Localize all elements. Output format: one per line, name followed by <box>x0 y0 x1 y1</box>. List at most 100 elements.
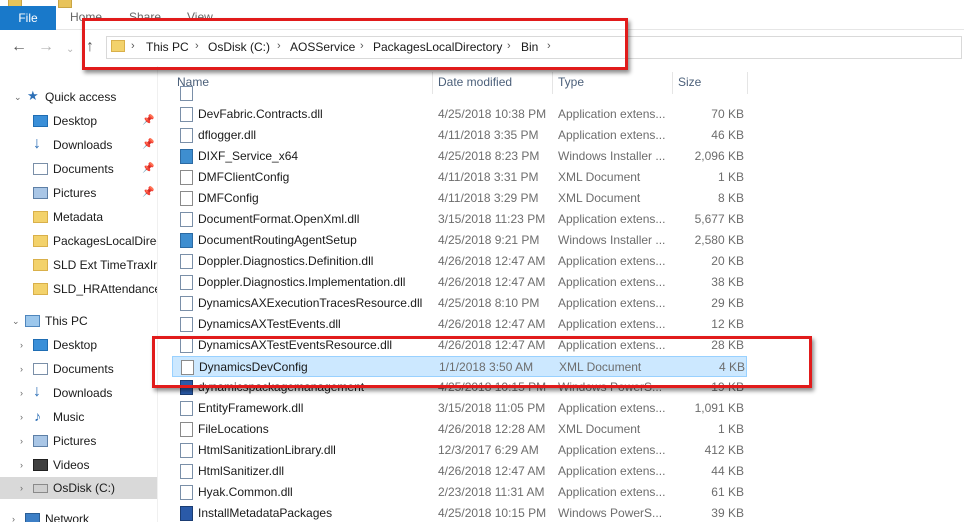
nav-item-label: PackagesLocalDirec <box>53 234 158 248</box>
file-row[interactable]: dynamicspackagemanagement 4/25/2018 10:15… <box>172 377 747 398</box>
chevron-right-icon[interactable]: › <box>131 40 135 52</box>
nav-item-music[interactable]: › ♪ Music <box>0 406 158 428</box>
up-arrow-icon[interactable]: ↑ <box>86 39 94 55</box>
nav-item-packageslocaldirectory[interactable]: PackagesLocalDirec <box>0 230 158 252</box>
nav-item-videos[interactable]: › Videos <box>0 454 158 476</box>
file-name: dflogger.dll <box>198 128 257 142</box>
nav-item-sld-ext-timetraxint[interactable]: SLD Ext TimeTraxInt <box>0 254 158 276</box>
network-icon <box>25 513 40 522</box>
file-row[interactable]: HtmlSanitizer.dll 4/26/2018 12:47 AM Appli… <box>172 461 747 482</box>
nav-quick-access[interactable]: ⌄ ★ Quick access <box>0 86 158 108</box>
file-row[interactable]: DynamicsAXTestEvents.dll 4/26/2018 12:47 … <box>172 314 747 335</box>
nav-item-documents[interactable]: Documents 📌 <box>0 158 158 180</box>
powershell-icon <box>180 506 193 521</box>
nav-item-downloads[interactable]: ↓ Downloads 📌 <box>0 134 158 156</box>
desktop-icon <box>33 115 48 127</box>
chevron-down-icon[interactable]: ⌄ <box>12 310 20 332</box>
file-row[interactable]: EntityFramework.dll 3/15/2018 11:05 PM App… <box>172 398 747 419</box>
dll-file-icon <box>180 296 193 311</box>
chevron-right-icon[interactable]: › <box>277 40 281 52</box>
breadcrumb-aosservice[interactable]: AOSService <box>290 40 355 54</box>
nav-item-downloads[interactable]: › ↓ Downloads <box>0 382 158 404</box>
chevron-right-icon[interactable]: › <box>12 508 15 522</box>
file-row[interactable]: DynamicsDevConfig 1/1/2018 3:50 AM XML Doc… <box>172 356 747 377</box>
file-list: DevFabric.Contracts.dll 4/25/2018 10:38 P… <box>172 86 964 522</box>
file-row[interactable]: Doppler.Diagnostics.Implementation.dll 4/… <box>172 272 747 293</box>
chevron-right-icon[interactable]: › <box>20 454 23 476</box>
breadcrumb-this-pc[interactable]: This PC <box>146 40 189 54</box>
file-row[interactable]: HtmlSanitizationLibrary.dll 12/3/2017 6:2… <box>172 440 747 461</box>
chevron-right-icon[interactable]: › <box>20 406 23 428</box>
file-row[interactable]: DMFConfig 4/11/2018 3:29 PM XML Document 8 … <box>172 188 747 209</box>
file-row[interactable] <box>172 83 747 104</box>
chevron-right-icon[interactable]: › <box>20 358 23 380</box>
chevron-right-icon[interactable]: › <box>20 430 23 452</box>
chevron-down-icon[interactable]: ⌄ <box>14 86 22 108</box>
file-row[interactable]: Hyak.Common.dll 2/23/2018 11:31 AM Applica… <box>172 482 747 503</box>
breadcrumb-packageslocaldirectory[interactable]: PackagesLocalDirectory <box>373 40 502 54</box>
xml-file-icon <box>180 422 193 437</box>
dll-file-icon <box>180 254 193 269</box>
chevron-right-icon[interactable]: › <box>195 40 199 52</box>
chevron-right-icon[interactable]: › <box>547 40 551 52</box>
breadcrumb-bin[interactable]: Bin <box>521 40 538 54</box>
download-icon: ↓ <box>33 135 41 152</box>
file-row[interactable]: DynamicsAXExecutionTracesResource.dll 4/2… <box>172 293 747 314</box>
pin-icon[interactable]: 📌 <box>142 158 154 180</box>
file-row[interactable]: DMFClientConfig 4/11/2018 3:31 PM XML Docu… <box>172 167 747 188</box>
chevron-right-icon[interactable]: › <box>20 334 23 356</box>
file-date-modified: 4/25/2018 10:15 PM <box>438 506 547 520</box>
file-tab[interactable]: File <box>0 6 56 30</box>
file-name: DocumentFormat.OpenXml.dll <box>198 212 360 226</box>
nav-network[interactable]: › Network <box>0 508 158 522</box>
file-row[interactable]: InstallMetadataPackages 4/25/2018 10:15 P… <box>172 503 747 522</box>
forward-arrow-icon[interactable]: → <box>38 39 54 55</box>
nav-item-pictures[interactable]: › Pictures <box>0 430 158 452</box>
chevron-right-icon[interactable]: › <box>20 477 23 499</box>
nav-item-label: Pictures <box>53 434 97 448</box>
folder-icon <box>33 283 48 295</box>
nav-item-sld-hrattendance[interactable]: SLD_HRAttendance <box>0 278 158 300</box>
nav-item-label: Downloads <box>53 386 113 400</box>
desktop-icon <box>33 339 48 351</box>
chevron-right-icon[interactable]: › <box>360 40 364 52</box>
file-row[interactable]: DynamicsAXTestEventsResource.dll 4/26/201… <box>172 335 747 356</box>
tab-share[interactable]: Share <box>129 10 161 24</box>
file-row[interactable]: DocumentRoutingAgentSetup 4/25/2018 9:21 … <box>172 230 747 251</box>
file-type: Application extens... <box>558 107 666 121</box>
chevron-down-icon[interactable]: ⌄ <box>66 42 74 58</box>
file-type: Application extens... <box>558 212 666 226</box>
breadcrumb-osdisk[interactable]: OsDisk (C:) <box>208 40 270 54</box>
file-row[interactable]: FileLocations 4/26/2018 12:28 AM XML Docum… <box>172 419 747 440</box>
chevron-right-icon[interactable]: › <box>507 40 511 52</box>
nav-this-pc[interactable]: ⌄ This PC <box>0 310 158 332</box>
folder-icon <box>58 0 72 8</box>
file-type: Application extens... <box>558 485 666 499</box>
nav-item-desktop[interactable]: › Desktop <box>0 334 158 356</box>
tab-view[interactable]: View <box>187 10 213 24</box>
file-row[interactable]: DocumentFormat.OpenXml.dll 3/15/2018 11:2… <box>172 209 747 230</box>
pin-icon[interactable]: 📌 <box>142 110 154 132</box>
tab-home[interactable]: Home <box>70 10 102 24</box>
file-size: 61 KB <box>711 485 744 499</box>
file-name: DevFabric.Contracts.dll <box>198 107 323 121</box>
nav-item-osdisk[interactable]: › OsDisk (C:) <box>0 477 158 499</box>
nav-item-pictures[interactable]: Pictures 📌 <box>0 182 158 204</box>
pin-icon[interactable]: 📌 <box>142 182 154 204</box>
column-divider[interactable] <box>747 72 748 94</box>
pin-icon[interactable]: 📌 <box>142 134 154 156</box>
nav-item-documents[interactable]: › Documents <box>0 358 158 380</box>
pane-splitter[interactable] <box>157 66 158 522</box>
back-arrow-icon[interactable]: ← <box>11 39 27 55</box>
file-row[interactable]: Doppler.Diagnostics.Definition.dll 4/26/2… <box>172 251 747 272</box>
file-row[interactable]: dflogger.dll 4/11/2018 3:35 PM Application… <box>172 125 747 146</box>
nav-item-metadata[interactable]: Metadata <box>0 206 158 228</box>
file-name: EntityFramework.dll <box>198 401 304 415</box>
computer-icon <box>25 315 40 327</box>
file-row[interactable]: DIXF_Service_x64 4/25/2018 8:23 PM Windows… <box>172 146 747 167</box>
file-row[interactable]: DevFabric.Contracts.dll 4/25/2018 10:38 P… <box>172 104 747 125</box>
nav-item-label: Pictures <box>53 186 97 200</box>
nav-item-desktop[interactable]: Desktop 📌 <box>0 110 158 132</box>
chevron-right-icon[interactable]: › <box>20 382 23 404</box>
dll-file-icon <box>180 401 193 416</box>
